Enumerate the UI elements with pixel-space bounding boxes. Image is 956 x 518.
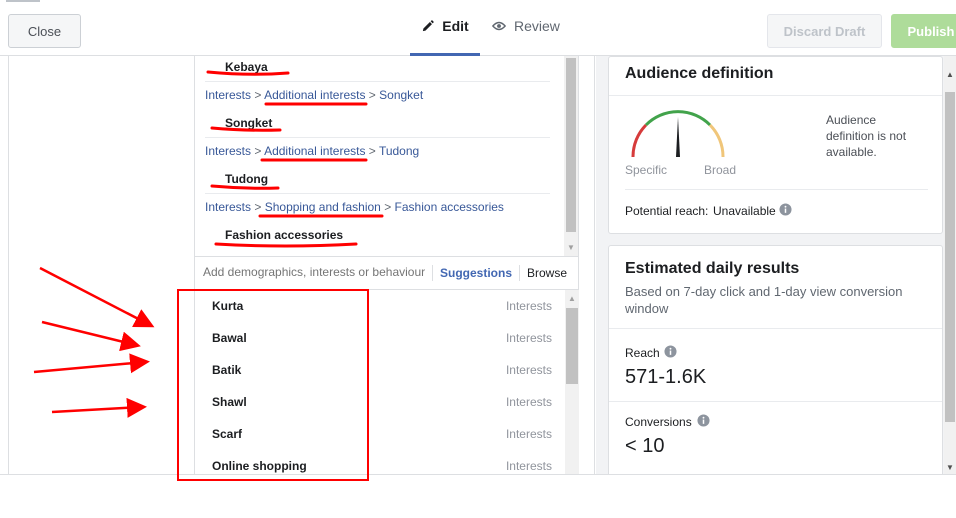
crumb-fashion-accessories[interactable]: Fashion accessories [395,200,504,214]
audience-definition-card: Audience definition Specific Broad Audie… [608,56,943,234]
crumb-tudong[interactable]: Tudong [379,144,419,158]
breadcrumb: Interests > Additional interests > Tudon… [205,144,420,158]
suggestion-name: Kurta [212,299,244,313]
footer-bar [0,474,956,518]
scroll-up-arrow-icon[interactable]: ▲ [568,294,576,303]
ads-manager-edit-page: Edit Review Kebaya Interests > Additiona… [0,0,956,518]
tab-edit-label: Edit [442,18,469,34]
suggestion-type: Interests [505,427,552,441]
right-panel-scrollbar[interactable]: ▲ ▼ [944,56,956,474]
suggestion-type: Interests [505,395,552,409]
selected-interest-tudong[interactable]: Tudong [225,172,268,186]
selected-interest-fashion-accessories[interactable]: Fashion accessories [225,228,343,242]
selected-interests-list: Kebaya Interests > Additional interests … [194,56,579,256]
crumb-interests[interactable]: Interests [205,144,251,158]
suggestions-dropdown: Kurta Interests Bawal Interests Batik In… [194,290,565,474]
scrollbar-thumb[interactable] [566,58,576,232]
potential-reach-value: Unavailable [713,204,776,218]
divider [205,137,550,138]
scroll-up-arrow-icon[interactable]: ▲ [946,70,954,79]
suggestion-type: Interests [505,363,552,377]
suggestion-name: Scarf [212,427,243,441]
scroll-down-arrow-icon[interactable]: ▼ [567,243,575,252]
suggestions-button[interactable]: Suggestions [440,266,512,280]
divider [609,95,942,96]
targeting-search-row: Suggestions Browse [194,256,579,290]
suggestion-name: Shawl [212,395,247,409]
info-icon[interactable] [779,203,792,216]
crumb-additional-interests[interactable]: Additional interests [264,144,365,158]
suggestion-item[interactable]: Batik Interests [195,354,565,386]
divider [625,189,928,190]
divider [609,401,942,402]
tab-review[interactable]: Review [492,18,560,56]
audience-definition-title: Audience definition [625,65,774,82]
scrollbar-thumb[interactable] [945,92,955,422]
browse-button[interactable]: Browse [527,266,567,280]
suggestion-type: Interests [505,459,552,473]
reach-label: Reach [625,346,660,360]
crumb-additional-interests[interactable]: Additional interests [264,88,365,102]
suggestion-item[interactable]: Bawal Interests [195,322,565,354]
selected-interest-kebaya[interactable]: Kebaya [225,60,268,74]
estimated-results-title: Estimated daily results [625,260,800,277]
gauge-broad-label: Broad [704,163,737,177]
audience-gauge-icon [631,110,725,158]
divider [519,265,520,281]
crumb-interests[interactable]: Interests [205,200,251,214]
potential-reach-label: Potential reach: [625,204,709,218]
info-icon[interactable] [697,414,710,427]
reach-value: 571-1.6K [625,366,707,388]
suggestion-name: Bawal [212,331,247,345]
info-icon[interactable] [664,345,677,358]
divider [205,81,550,82]
scrollbar-thumb[interactable] [566,308,578,384]
tab-edit[interactable]: Edit [410,18,480,56]
breadcrumb: Interests > Additional interests > Songk… [205,88,424,102]
pencil-icon [423,20,434,32]
crumb-songket[interactable]: Songket [379,88,423,102]
divider [205,193,550,194]
publish-button[interactable]: Publish [891,14,956,48]
discard-draft-button[interactable]: Discard Draft [767,14,882,48]
suggestion-name: Batik [212,363,242,377]
estimated-results-subtitle: Based on 7-day click and 1-day view conv… [625,284,903,316]
close-button[interactable]: Close [8,14,81,48]
targeting-search-input[interactable] [203,265,425,279]
window-corner [6,0,40,2]
eye-icon [492,21,506,31]
suggestion-item[interactable]: Kurta Interests [195,290,565,322]
conversions-value: < 10 [625,435,665,457]
selected-list-scrollbar[interactable]: ▼ [564,56,578,256]
selected-interest-songket[interactable]: Songket [225,116,272,130]
suggestion-name: Online shopping [212,459,307,473]
divider [609,328,942,329]
crumb-shopping-and-fashion[interactable]: Shopping and fashion [265,200,381,214]
gauge-specific-label: Specific [625,163,668,177]
divider [432,265,433,281]
estimated-daily-results-card: Estimated daily results Based on 7-day c… [608,245,943,485]
suggestion-item[interactable]: Scarf Interests [195,418,565,450]
suggestion-type: Interests [505,331,552,345]
suggestion-item[interactable]: Shawl Interests [195,386,565,418]
scroll-down-arrow-icon[interactable]: ▼ [946,463,954,472]
conversions-label: Conversions [625,415,692,429]
crumb-interests[interactable]: Interests [205,88,251,102]
audience-definition-message: Audience definition is not available. [826,113,907,159]
suggestions-scrollbar[interactable]: ▲ [565,290,579,474]
tab-review-label: Review [514,18,560,34]
suggestion-item[interactable]: Online shopping Interests [195,450,565,474]
suggestion-type: Interests [505,299,552,313]
breadcrumb: Interests > Shopping and fashion > Fashi… [205,200,504,214]
